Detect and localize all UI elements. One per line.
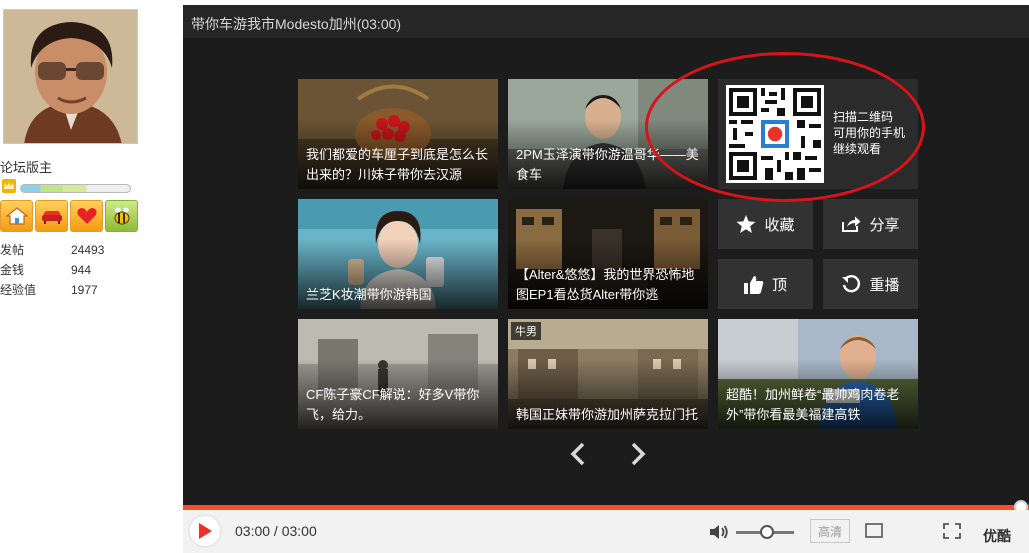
play-icon xyxy=(199,523,212,539)
avatar-photo xyxy=(4,10,137,143)
mini-window-icon[interactable] xyxy=(865,523,883,539)
stat-value: 1977 xyxy=(71,283,98,297)
quality-selector[interactable]: 高清 xyxy=(810,519,850,543)
bee-icon xyxy=(114,207,129,225)
stat-value: 944 xyxy=(71,263,92,277)
share-label: 分享 xyxy=(869,216,900,234)
home-icon xyxy=(5,207,28,225)
stat-value: 24493 xyxy=(71,243,105,257)
like-label: 顶 xyxy=(771,276,787,294)
qr-instructions: 扫描二维码 可用你的手机 继续观看 xyxy=(833,109,917,157)
qr-code-panel: 扫描二维码 可用你的手机 继续观看 xyxy=(718,79,918,189)
video-caption: 2PM玉泽演带你游温哥华——美食车 xyxy=(516,147,699,182)
replay-icon xyxy=(842,274,861,293)
user-role: 论坛版主 xyxy=(0,160,53,175)
star-icon xyxy=(736,214,756,233)
qr-text-line: 可用你的手机 xyxy=(833,126,906,140)
medal-badges xyxy=(0,200,138,232)
youku-brand-logo[interactable]: 优酷 xyxy=(983,526,1011,546)
replay-label: 重播 xyxy=(869,276,900,294)
related-video-card[interactable]: 我们都爱的车厘子到底是怎么长出来的？川妹子带你去汉源 xyxy=(298,79,498,189)
next-page-arrow-icon[interactable] xyxy=(628,442,648,466)
replay-button[interactable]: 重播 xyxy=(823,259,918,309)
video-caption: 韩国正妹带你游加州萨克拉门托 xyxy=(516,407,699,422)
video-caption: 【Alter&悠悠】我的世界恐怖地图EP1看怂货Alter带你逃 xyxy=(516,267,695,302)
related-video-card[interactable]: 兰芝K妆潮带你游韩国 xyxy=(298,199,498,309)
previous-page-arrow-icon[interactable] xyxy=(568,442,588,466)
stat-label: 金钱 xyxy=(0,263,25,277)
player-controls: 03:00 / 03:00 高清 优酷 xyxy=(183,510,1029,553)
stat-money: 金钱 944 xyxy=(0,260,104,280)
video-title: 带你车游我市Modesto加州(03:00) xyxy=(191,16,402,32)
channel-tag: 牛男 xyxy=(511,322,541,340)
related-video-card[interactable]: 2PM玉泽演带你游温哥华——美食车 xyxy=(508,79,708,189)
time-display: 03:00 / 03:00 xyxy=(235,523,317,539)
video-caption: 超酷！加州鲜卷“最帅鸡肉卷老外”带你看最美福建高铁 xyxy=(726,387,900,422)
sofa-badge[interactable] xyxy=(35,200,68,232)
volume-icon[interactable] xyxy=(709,524,729,540)
related-video-card[interactable]: 【Alter&悠悠】我的世界恐怖地图EP1看怂货Alter带你逃 xyxy=(508,199,708,309)
video-caption: 兰芝K妆潮带你游韩国 xyxy=(306,287,432,302)
level-progress-bar xyxy=(20,184,131,193)
related-video-card[interactable]: 超酷！加州鲜卷“最帅鸡肉卷老外”带你看最美福建高铁 xyxy=(718,319,918,429)
bee-badge[interactable] xyxy=(105,200,138,232)
share-icon xyxy=(842,216,861,232)
stat-posts: 发帖 24493 xyxy=(0,240,104,260)
share-button[interactable]: 分享 xyxy=(823,199,918,249)
stat-label: 发帖 xyxy=(0,243,25,257)
sofa-icon xyxy=(41,211,62,224)
qr-code-icon xyxy=(729,88,821,180)
video-player[interactable]: 带你车游我市Modesto加州(03:00) 我们都爱的车厘子到底是怎么长出来的… xyxy=(183,5,1029,553)
user-profile-panel: 论坛版主 发帖 24493 金钱 944 经验值 1977 xyxy=(0,0,158,553)
video-caption: CF陈子豪CF解说：好多V带你飞，给力。 xyxy=(306,387,480,422)
avatar[interactable] xyxy=(3,9,138,144)
user-stats: 发帖 24493 金钱 944 经验值 1977 xyxy=(0,240,104,300)
favorite-button[interactable]: 收藏 xyxy=(718,199,813,249)
stat-label: 经验值 xyxy=(0,283,37,297)
qr-text-line: 扫描二维码 xyxy=(833,110,894,124)
related-video-card[interactable]: 牛男 韩国正妹带你游加州萨克拉门托 xyxy=(508,319,708,429)
stat-experience: 经验值 1977 xyxy=(0,280,104,300)
volume-handle[interactable] xyxy=(760,525,774,539)
qr-text-line: 继续观看 xyxy=(833,142,882,156)
qr-code xyxy=(726,85,824,183)
crown-icon xyxy=(2,179,16,193)
heart-icon xyxy=(76,208,97,224)
like-button[interactable]: 顶 xyxy=(718,259,813,309)
play-button[interactable] xyxy=(188,514,222,548)
home-badge[interactable] xyxy=(0,200,33,232)
heart-badge[interactable] xyxy=(70,200,103,232)
fullscreen-icon[interactable] xyxy=(943,523,961,539)
thumbs-up-icon xyxy=(743,275,764,294)
related-video-card[interactable]: CF陈子豪CF解说：好多V带你飞，给力。 xyxy=(298,319,498,429)
player-title-bar: 带你车游我市Modesto加州(03:00) xyxy=(183,5,1029,38)
video-caption: 我们都爱的车厘子到底是怎么长出来的？川妹子带你去汉源 xyxy=(306,147,489,182)
favorite-label: 收藏 xyxy=(764,216,795,234)
